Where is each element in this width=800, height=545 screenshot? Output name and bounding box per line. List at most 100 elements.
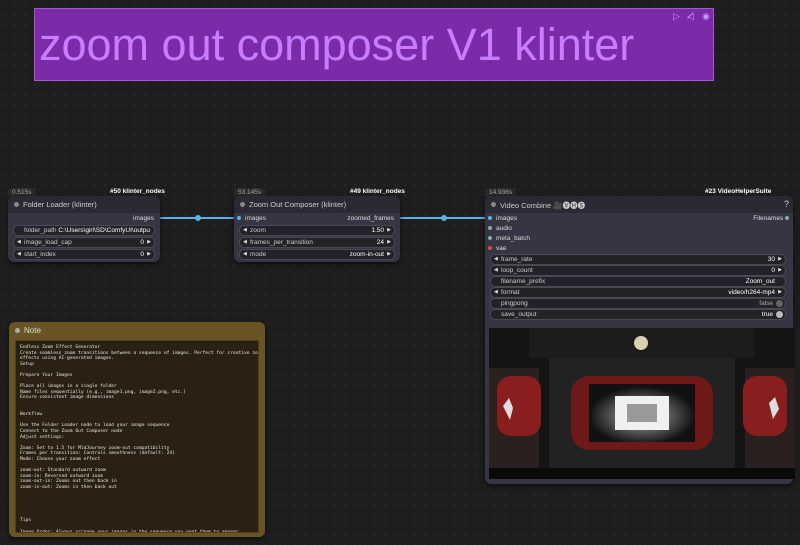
widget-value: false [759, 300, 773, 307]
node-id-badge: #49 klinter_nodes [350, 188, 405, 195]
output-slot-images[interactable]: images [133, 215, 154, 222]
slot-label: Filenames [753, 215, 784, 222]
slot-dot-icon [488, 236, 492, 241]
save-output-toggle[interactable]: save_output true [490, 309, 786, 320]
increment-arrow-icon[interactable]: ▶ [778, 255, 782, 264]
image-load-cap-stepper[interactable]: ◀ image_load_cap 0 ▶ [13, 237, 155, 248]
loop-count-stepper[interactable]: ◀ loop_count 0 ▶ [490, 265, 786, 276]
widget-label: loop_count [501, 267, 533, 274]
input-slot-audio[interactable]: audio [488, 225, 512, 232]
link-midpoint [441, 215, 447, 221]
widget-label: folder_path [24, 227, 57, 234]
widget-value: 0 [140, 251, 144, 258]
slot-label: meta_batch [496, 235, 530, 242]
decrement-arrow-icon[interactable]: ◀ [494, 255, 498, 264]
widget-value: C:\Users\girl\SD\ComfyUI\outpu [58, 227, 150, 234]
node-id-badge: #23 VideoHelperSuite [705, 188, 772, 195]
slot-dot-icon [785, 216, 789, 221]
mode-select[interactable]: ◀ mode zoom-in-out ▶ [239, 249, 395, 260]
node-title: Zoom Out Composer (klinter) [249, 200, 347, 209]
widget-value: Zoom_out [745, 278, 775, 285]
slot-dot-icon [488, 246, 492, 251]
input-slot-images[interactable]: images [488, 215, 517, 222]
widget-label: start_index [24, 251, 56, 258]
widget-label: frames_per_transition [250, 239, 313, 246]
increment-arrow-icon[interactable]: ▶ [147, 250, 151, 259]
zoom-out-composer-node[interactable]: Zoom Out Composer (klinter) images zoome… [234, 196, 400, 262]
widget-label: filename_prefix [501, 278, 546, 285]
frame-rate-stepper[interactable]: ◀ frame_rate 30 ▶ [490, 254, 786, 265]
increment-arrow-icon[interactable]: ▶ [387, 226, 391, 235]
start-index-stepper[interactable]: ◀ start_index 0 ▶ [13, 249, 155, 260]
widget-value: 30 [767, 256, 775, 263]
node-title-text: Video Combine [500, 201, 552, 210]
slot-dot-icon [488, 216, 492, 221]
zoom-stepper[interactable]: ◀ zoom 1.50 ▶ [239, 225, 395, 236]
slot-label: images [133, 215, 154, 222]
help-icon[interactable]: ? [784, 199, 789, 209]
collapse-dot-icon[interactable] [240, 202, 245, 207]
collapse-dot-icon[interactable] [14, 202, 19, 207]
increment-arrow-icon[interactable]: ▶ [778, 266, 782, 275]
widget-value: true [761, 311, 773, 318]
node-header[interactable]: Folder Loader (klinter) [8, 196, 160, 213]
frames-per-transition-stepper[interactable]: ◀ frames_per_transition 24 ▶ [239, 237, 395, 248]
widget-label: zoom [250, 227, 266, 234]
slot-label: vae [496, 245, 507, 252]
slot-label: audio [496, 225, 512, 232]
output-slot-filenames[interactable]: Filenames [753, 215, 789, 222]
collapse-dot-icon[interactable] [15, 328, 20, 333]
node-id-badge: #50 klinter_nodes [110, 188, 165, 195]
note-node[interactable]: Note Endless Zoom Effect Generator Create… [9, 322, 265, 537]
input-slot-vae[interactable]: vae [488, 245, 506, 252]
vhs-logo-icon: 🎥🅥🅗🅢 [553, 201, 586, 210]
decrement-arrow-icon[interactable]: ◀ [494, 266, 498, 275]
filename-prefix-field[interactable]: filename_prefix Zoom_out [490, 276, 786, 287]
increment-arrow-icon[interactable]: ▶ [387, 238, 391, 247]
slot-dot-icon [488, 226, 492, 231]
note-text: Endless Zoom Effect Generator Create seam… [20, 345, 258, 532]
widget-value: 0 [771, 267, 775, 274]
widget-value: 24 [376, 239, 384, 246]
increment-arrow-icon[interactable]: ▶ [387, 250, 391, 259]
node-header[interactable]: Video Combine 🎥🅥🅗🅢 ? [485, 196, 793, 213]
decrement-arrow-icon[interactable]: ◀ [243, 226, 247, 235]
note-textarea[interactable]: Endless Zoom Effect Generator Create seam… [15, 340, 259, 533]
widget-value: video/h264-mp4 [728, 289, 775, 296]
decrement-arrow-icon[interactable]: ◀ [494, 288, 498, 297]
decrement-arrow-icon[interactable]: ◀ [243, 250, 247, 259]
slot-label: images [245, 215, 266, 222]
slot-label: images [496, 215, 517, 222]
collapse-dot-icon[interactable] [491, 202, 496, 207]
increment-arrow-icon[interactable]: ▶ [778, 288, 782, 297]
slot-dot-icon [237, 216, 241, 221]
input-slot-meta-batch[interactable]: meta_batch [488, 235, 530, 242]
toggle-knob-icon[interactable] [776, 300, 783, 307]
pingpong-toggle[interactable]: pingpong false [490, 298, 786, 309]
input-slot-images[interactable]: images [237, 215, 266, 222]
decrement-arrow-icon[interactable]: ◀ [243, 238, 247, 247]
preview-image [489, 328, 795, 479]
node-title: Folder Loader (klinter) [23, 200, 97, 209]
slot-label: zoomed_frames [347, 215, 394, 222]
format-select[interactable]: ◀ format video/h264-mp4 ▶ [490, 287, 786, 298]
widget-label: save_output [501, 311, 537, 318]
widget-label: format [501, 289, 520, 296]
widget-value: 1.50 [371, 227, 384, 234]
output-slot-zoomed-frames[interactable]: zoomed_frames [347, 215, 394, 222]
widget-label: image_load_cap [24, 239, 72, 246]
link-midpoint [195, 215, 201, 221]
widget-value: zoom-in-out [349, 251, 384, 258]
increment-arrow-icon[interactable]: ▶ [147, 238, 151, 247]
folder-path-field[interactable]: folder_path C:\Users\girl\SD\ComfyUI\out… [13, 225, 155, 236]
node-header[interactable]: Zoom Out Composer (klinter) [234, 196, 400, 213]
widget-label: mode [250, 251, 267, 258]
decrement-arrow-icon[interactable]: ◀ [17, 238, 21, 247]
video-preview[interactable] [489, 328, 795, 479]
node-header[interactable]: Note [9, 322, 265, 339]
toggle-knob-icon[interactable] [776, 311, 783, 318]
widget-label: frame_rate [501, 256, 533, 263]
folder-loader-node[interactable]: Folder Loader (klinter) images folder_pa… [8, 196, 160, 262]
node-title: Video Combine 🎥🅥🅗🅢 [500, 200, 585, 211]
decrement-arrow-icon[interactable]: ◀ [17, 250, 21, 259]
